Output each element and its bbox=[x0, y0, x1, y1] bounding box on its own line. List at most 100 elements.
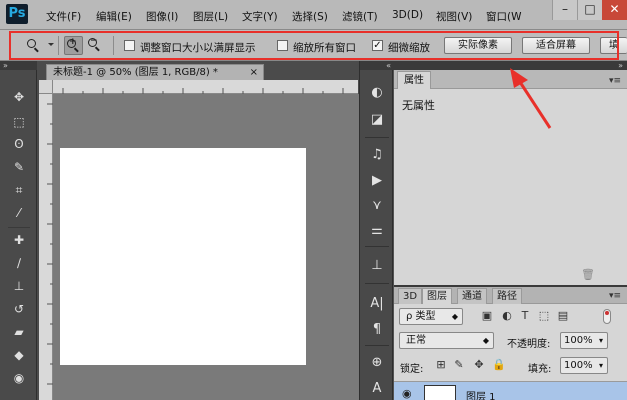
fit-screen-button[interactable]: 适合屏幕 bbox=[522, 37, 590, 54]
menu-type[interactable]: 文字(Y) bbox=[242, 9, 278, 24]
fill-input[interactable]: 100% ▾ bbox=[560, 357, 608, 374]
menu-filter[interactable]: 滤镜(T) bbox=[342, 9, 378, 24]
menu-select[interactable]: 选择(S) bbox=[292, 9, 328, 24]
options-bar: + − 调整窗口大小以满屏显示 缩放所有窗口 ✓ 细微缩放 实际像素 适合屏幕 … bbox=[0, 30, 627, 61]
zoom-out-button[interactable]: − bbox=[86, 36, 105, 55]
adjustment-filter-icon[interactable]: ◐ bbox=[500, 309, 514, 323]
color-panel-icon[interactable]: ◐ bbox=[367, 83, 387, 103]
character-styles-panel-icon[interactable]: A bbox=[367, 379, 387, 399]
smart-object-filter-icon[interactable]: ▤ bbox=[556, 309, 570, 323]
close-document-icon[interactable]: × bbox=[250, 65, 258, 80]
close-button[interactable]: ✕ bbox=[602, 0, 627, 20]
eraser-tool-icon[interactable]: ▰ bbox=[9, 323, 29, 342]
lock-transparent-icon[interactable]: ⊞ bbox=[434, 358, 448, 372]
tools-panel: » ✥ ⬚ ʘ ✎ ⌗ ⁄ ✚ ∕ ⊥ ↺ ▰ ◆ ◉ bbox=[0, 61, 37, 400]
tab-paths[interactable]: 路径 bbox=[492, 288, 522, 304]
tab-layers[interactable]: 图层 bbox=[422, 288, 452, 304]
panel-icon-dock: « ◐ ◪ ♫ ▶ ⋎ ⚌ ⊥ A| ¶ ⊕ A bbox=[359, 61, 394, 400]
history-brush-tool-icon[interactable]: ↺ bbox=[9, 300, 29, 319]
tab-channels[interactable]: 通道 bbox=[457, 288, 487, 304]
panel-menu-icon[interactable]: ▾≡ bbox=[609, 76, 621, 86]
menu-image[interactable]: 图像(I) bbox=[146, 9, 178, 24]
layers-panel: 3D 图层 通道 路径 ▾≡ ρ 类型 ◆ ▣ ◐ T ⬚ ▤ 正常 ◆ 不透明度:… bbox=[394, 285, 627, 400]
menu-window[interactable]: 窗口(W bbox=[486, 9, 521, 24]
menu-bar: Ps 文件(F) 编辑(E) 图像(I) 图层(L) 文字(Y) 选择(S) 滤… bbox=[0, 0, 627, 30]
quick-select-tool-icon[interactable]: ✎ bbox=[9, 158, 29, 177]
tab-3d[interactable]: 3D bbox=[398, 288, 423, 304]
marquee-tool-icon[interactable]: ⬚ bbox=[9, 113, 29, 132]
properties-panel-header: 属性 ▾≡ bbox=[394, 70, 627, 89]
menu-file[interactable]: 文件(F) bbox=[46, 9, 81, 24]
divider bbox=[365, 137, 389, 138]
panel-collapse-icon[interactable]: » bbox=[0, 61, 37, 70]
filter-kind-select[interactable]: ρ 类型 ◆ bbox=[399, 308, 463, 325]
vertical-ruler[interactable] bbox=[39, 94, 53, 400]
photoshop-logo: Ps bbox=[6, 4, 28, 24]
menu-view[interactable]: 视图(V) bbox=[436, 9, 472, 24]
blur-tool-icon[interactable]: ◉ bbox=[9, 369, 29, 388]
eyedropper-tool-icon[interactable]: ⁄ bbox=[9, 204, 29, 223]
minimize-button[interactable]: – bbox=[552, 0, 577, 20]
no-properties-text: 无属性 bbox=[402, 99, 435, 112]
document-tab-title: 未标题-1 @ 50% (图层 1, RGB/8) * bbox=[53, 67, 218, 78]
ruler-origin[interactable] bbox=[39, 80, 53, 94]
type-filter-icon[interactable]: T bbox=[518, 309, 532, 323]
document-canvas[interactable] bbox=[60, 148, 306, 365]
menu-layer[interactable]: 图层(L) bbox=[193, 9, 228, 24]
lock-label: 锁定: bbox=[400, 364, 424, 375]
history-panel-icon[interactable]: ♫ bbox=[367, 145, 387, 165]
clone-stamp-tool-icon[interactable]: ⊥ bbox=[9, 277, 29, 296]
menu-edit[interactable]: 编辑(E) bbox=[96, 9, 132, 24]
lock-all-icon[interactable]: 🔒 bbox=[492, 358, 506, 372]
fill-label: 填充: bbox=[528, 364, 552, 375]
paragraph-panel-icon[interactable]: ¶ bbox=[367, 320, 387, 340]
crop-tool-icon[interactable]: ⌗ bbox=[9, 181, 29, 200]
opacity-label: 不透明度: bbox=[507, 339, 551, 350]
healing-brush-tool-icon[interactable]: ✚ bbox=[9, 231, 29, 250]
zoom-all-windows-checkbox[interactable] bbox=[277, 40, 288, 51]
swatches-panel-icon[interactable]: ◪ bbox=[367, 110, 387, 130]
actual-pixels-button[interactable]: 实际像素 bbox=[444, 37, 512, 54]
visibility-eye-icon[interactable]: ◉ bbox=[402, 387, 412, 400]
character-panel-icon[interactable]: A| bbox=[367, 294, 387, 314]
fill-screen-button[interactable]: 填 bbox=[600, 37, 627, 54]
lock-position-icon[interactable]: ✥ bbox=[472, 358, 486, 372]
divider bbox=[365, 283, 389, 284]
tab-properties[interactable]: 属性 bbox=[397, 71, 431, 89]
lasso-tool-icon[interactable]: ʘ bbox=[9, 135, 29, 154]
clone-source-panel-icon[interactable]: ⊥ bbox=[367, 256, 387, 276]
image-filter-icon[interactable]: ▣ bbox=[480, 309, 494, 323]
brush-tool-icon[interactable]: ∕ bbox=[9, 254, 29, 273]
trash-icon[interactable]: 🗑 bbox=[581, 268, 595, 281]
paint-bucket-tool-icon[interactable]: ◆ bbox=[9, 346, 29, 365]
blend-row: 正常 ◆ 不透明度: 100% ▾ bbox=[394, 329, 627, 353]
filter-toggle[interactable] bbox=[603, 309, 611, 324]
dock-collapse-icon[interactable]: « bbox=[360, 61, 394, 70]
opacity-input[interactable]: 100% ▾ bbox=[560, 332, 608, 349]
lock-image-icon[interactable]: ✎ bbox=[452, 358, 466, 372]
layer-thumbnail bbox=[424, 385, 456, 400]
panel-collapse-icon[interactable]: » bbox=[394, 61, 627, 70]
zoom-in-button[interactable]: + bbox=[64, 36, 83, 55]
document-tab[interactable]: 未标题-1 @ 50% (图层 1, RGB/8) * × bbox=[46, 64, 264, 80]
glyphs-panel-icon[interactable]: ⊕ bbox=[367, 353, 387, 373]
actions-panel-icon[interactable]: ▶ bbox=[367, 171, 387, 191]
resize-windows-checkbox[interactable] bbox=[124, 40, 135, 51]
layer-row[interactable]: ◉ 图层 1 bbox=[394, 381, 627, 400]
horizontal-ruler[interactable] bbox=[53, 80, 358, 94]
properties-panel: » 属性 ▾≡ 无属性 🗑 bbox=[394, 61, 627, 285]
adjustments-panel-icon[interactable]: ⚌ bbox=[367, 221, 387, 241]
maximize-button[interactable]: □ bbox=[577, 0, 602, 20]
menu-3d[interactable]: 3D(D) bbox=[392, 9, 423, 21]
tool-preset-chevron-down-icon[interactable] bbox=[48, 43, 54, 46]
zoom-tool-icon[interactable] bbox=[26, 38, 42, 54]
blend-mode-select[interactable]: 正常 ◆ bbox=[399, 332, 494, 349]
brush-panel-icon[interactable]: ⋎ bbox=[367, 196, 387, 216]
resize-windows-label: 调整窗口大小以满屏显示 bbox=[140, 42, 256, 54]
divider bbox=[365, 246, 389, 247]
move-tool-icon[interactable]: ✥ bbox=[9, 88, 29, 107]
shape-filter-icon[interactable]: ⬚ bbox=[537, 309, 551, 323]
layer-name[interactable]: 图层 1 bbox=[466, 388, 496, 400]
scrubby-zoom-checkbox[interactable]: ✓ bbox=[372, 40, 383, 51]
panel-menu-icon[interactable]: ▾≡ bbox=[609, 291, 621, 301]
